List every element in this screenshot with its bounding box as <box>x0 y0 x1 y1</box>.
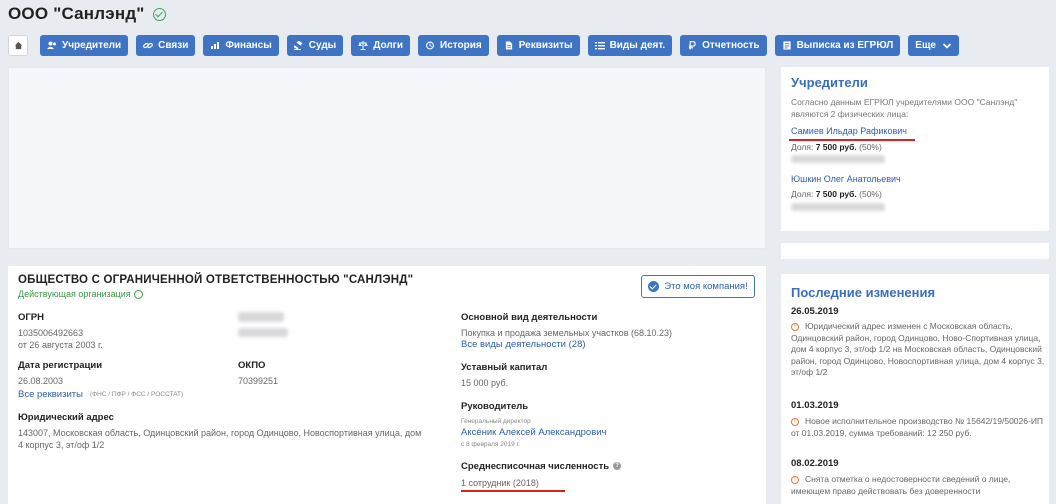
my-company-button[interactable]: Это моя компания! <box>641 275 755 298</box>
director-role: Генеральный директор <box>461 418 531 425</box>
ogrn-label: ОГРН <box>18 312 44 323</box>
staff-value: 1 сотрудник (2018) <box>461 478 539 488</box>
company-status: Действующая организация <box>18 289 143 299</box>
founders-card: Учредители Согласно данным ЕГРЮЛ учредит… <box>781 67 1049 231</box>
staff-label: Среднесписочная численность? <box>461 461 622 472</box>
activity-label: Основной вид деятельности <box>461 312 598 323</box>
nav-activities-button[interactable]: Виды деят. <box>587 35 673 56</box>
home-icon <box>14 41 22 50</box>
info-icon[interactable]: ? <box>613 462 622 471</box>
change-date: 08.02.2019 <box>791 458 839 469</box>
nav-reports-button[interactable]: Отчетность <box>680 35 767 56</box>
list-icon <box>594 41 605 50</box>
highlight-underline <box>789 139 915 141</box>
founder-link[interactable]: Самиев Ильдар Рафикович <box>791 126 907 136</box>
gavel-icon <box>293 41 304 50</box>
changes-card: Последние изменения 26.05.2019 ! Юридичес… <box>781 274 1049 504</box>
side-panel <box>781 243 1049 259</box>
nav-more-button[interactable]: Еще <box>908 35 959 56</box>
company-full-name: ОБЩЕСТВО С ОГРАНИЧЕННОЙ ОТВЕТСТВЕННОСТЬЮ… <box>18 274 414 286</box>
okpo-label: ОКПО <box>238 360 266 371</box>
page-header: ООО "Санлэнд" <box>8 4 166 24</box>
content-placeholder <box>8 67 766 249</box>
ogrn-date: от 26 августа 2003 г. <box>18 340 103 350</box>
document-icon <box>504 41 514 50</box>
change-item: ! Юридический адрес изменен с Московская … <box>791 321 1045 377</box>
chevron-down-icon <box>942 41 952 50</box>
nav-debts-button[interactable]: Долги <box>351 35 410 56</box>
history-icon <box>425 41 435 50</box>
scales-icon <box>358 41 369 50</box>
founders-intro: Согласно данным ЕГРЮЛ учредителями ООО "… <box>791 97 1018 119</box>
requisites-note: (ФНС / ПФР / ФСС / РОССТАТ) <box>90 391 184 398</box>
nav-courts-button[interactable]: Суды <box>286 35 344 56</box>
extract-icon <box>782 41 792 50</box>
page-title: ООО "Санлэнд" <box>8 4 145 23</box>
director-label: Руководитель <box>461 401 529 412</box>
nav-requisites-button[interactable]: Реквизиты <box>496 35 580 56</box>
redacted-label <box>238 312 284 322</box>
nav-founders-button[interactable]: Учредители <box>40 35 129 56</box>
changes-title: Последние изменения <box>791 285 936 300</box>
director-name-link[interactable]: Аксёник Алексей Александрович <box>461 427 607 438</box>
change-item: ! Новое исполнительное производство № 156… <box>791 416 1044 438</box>
chart-icon <box>210 41 220 50</box>
address-line-2: 4 корпус 3, эт/оф 1/2 <box>18 440 105 450</box>
section-nav: Учредители Связи Финансы Суды Долги Исто… <box>8 35 967 56</box>
address-label: Юридический адрес <box>18 412 114 423</box>
ruble-icon <box>687 41 697 50</box>
nav-finance-button[interactable]: Финансы <box>203 35 279 56</box>
nav-history-button[interactable]: История <box>418 35 489 56</box>
activity-value: Покупка и продажа земельных участков (68… <box>461 328 672 338</box>
alert-icon: ! <box>791 476 799 484</box>
alert-icon: ! <box>791 323 799 331</box>
company-card: ОБЩЕСТВО С ОГРАНИЧЕННОЙ ОТВЕТСТВЕННОСТЬЮ… <box>8 266 766 504</box>
redacted-value <box>791 155 885 163</box>
director-since: с 8 февраля 2019 г. <box>461 441 520 448</box>
change-date: 01.03.2019 <box>791 400 839 411</box>
founders-title: Учредители <box>791 75 868 90</box>
change-date: 26.05.2019 <box>791 306 839 317</box>
okpo-value: 70399251 <box>238 376 279 386</box>
reg-date-value: 26.08.2003 <box>18 376 64 386</box>
address-line-1: 143007, Московская область, Одинцовский … <box>18 428 422 438</box>
home-button[interactable] <box>8 35 28 56</box>
redacted-value <box>238 328 288 337</box>
shield-check-icon <box>648 281 660 292</box>
change-item: ! Снята отметка о недостоверности сведени… <box>791 474 1011 496</box>
link-icon <box>143 41 154 50</box>
verified-check-icon <box>152 7 166 21</box>
redacted-value <box>791 203 885 211</box>
status-check-icon <box>133 289 143 299</box>
founder-share: Доля: 7 500 руб. (50%) <box>791 142 882 152</box>
all-activities-link[interactable]: Все виды деятельности (28) <box>461 339 586 350</box>
capital-label: Уставный капитал <box>461 362 548 373</box>
highlight-underline <box>461 490 565 492</box>
capital-value: 15 000 руб. <box>461 378 509 388</box>
nav-links-button[interactable]: Связи <box>136 35 196 56</box>
alert-icon: ! <box>791 418 799 426</box>
founder-link[interactable]: Юшкин Олег Анатольевич <box>791 174 901 184</box>
ogrn-value: 1035006492663 <box>18 328 84 338</box>
founder-share: Доля: 7 500 руб. (50%) <box>791 189 882 199</box>
reg-date-label: Дата регистрации <box>18 360 103 371</box>
users-icon <box>47 41 57 50</box>
nav-extract-button[interactable]: Выписка из ЕГРЮЛ <box>774 35 901 56</box>
all-requisites-link[interactable]: Все реквизиты <box>18 389 83 400</box>
